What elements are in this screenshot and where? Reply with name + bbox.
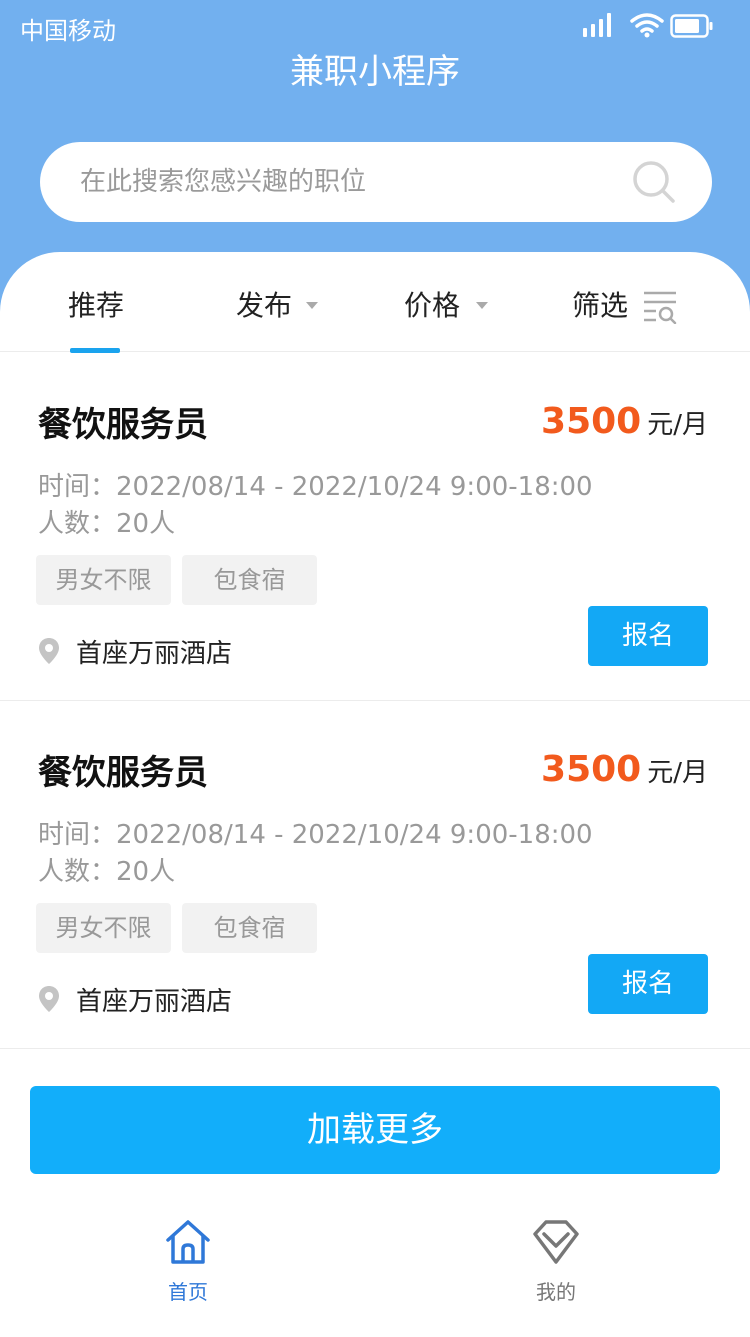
content-panel: 推荐 发布 价格 筛选 餐饮服务员 3500 元/月 时间：2022/08/14 … <box>0 252 750 1337</box>
job-title: 餐饮服务员 <box>38 405 208 445</box>
tab-bar: 推荐 发布 价格 筛选 <box>0 252 750 353</box>
diamond-icon <box>533 1220 579 1264</box>
search-icon[interactable] <box>632 160 676 204</box>
tab-filter[interactable]: 筛选 <box>572 252 628 352</box>
job-card[interactable]: 餐饮服务员 3500 元/月 时间：2022/08/14 - 2022/10/24… <box>0 701 750 1049</box>
search-box[interactable] <box>40 142 712 222</box>
caret-down-icon <box>306 302 318 309</box>
job-location: 首座万丽酒店 <box>76 987 233 1017</box>
nav-item-mine[interactable]: 我的 <box>476 1200 636 1337</box>
filter-icon[interactable] <box>642 290 678 324</box>
home-icon <box>166 1220 210 1264</box>
salary-amount: 3500 <box>541 749 642 790</box>
apply-button[interactable]: 报名 <box>588 606 708 666</box>
nav-label-home: 首页 <box>168 1280 208 1304</box>
salary-unit: 元/月 <box>647 410 708 440</box>
job-salary: 3500 元/月 <box>541 401 708 451</box>
job-location: 首座万丽酒店 <box>76 639 233 669</box>
load-more-button[interactable]: 加载更多 <box>30 1086 720 1174</box>
tag-gender: 男女不限 <box>36 555 171 605</box>
tag-gender: 男女不限 <box>36 903 171 953</box>
tag-accommodation: 包食宿 <box>182 903 317 953</box>
job-people: 人数：20人 <box>38 509 176 539</box>
tab-recommend[interactable]: 推荐 <box>68 252 124 352</box>
apply-button[interactable]: 报名 <box>588 954 708 1014</box>
location-pin-icon <box>39 638 59 664</box>
salary-amount: 3500 <box>541 401 642 442</box>
battery-icon <box>670 14 713 38</box>
tag-accommodation: 包食宿 <box>182 555 317 605</box>
job-card[interactable]: 餐饮服务员 3500 元/月 时间：2022/08/14 - 2022/10/24… <box>0 353 750 701</box>
job-time: 时间：2022/08/14 - 2022/10/24 9:00-18:00 <box>38 820 593 850</box>
job-salary: 3500 元/月 <box>541 749 708 799</box>
app-title: 兼职小程序 <box>290 52 460 92</box>
carrier-label: 中国移动 <box>20 17 116 45</box>
location-pin-icon <box>39 986 59 1012</box>
job-title: 餐饮服务员 <box>38 753 208 793</box>
salary-unit: 元/月 <box>647 758 708 788</box>
nav-label-mine: 我的 <box>536 1280 576 1304</box>
tab-publish[interactable]: 发布 <box>236 252 292 352</box>
nav-item-home[interactable]: 首页 <box>108 1200 268 1337</box>
tab-price[interactable]: 价格 <box>404 252 460 352</box>
signal-icon <box>583 13 611 37</box>
caret-down-icon <box>476 302 488 309</box>
job-time: 时间：2022/08/14 - 2022/10/24 9:00-18:00 <box>38 472 593 502</box>
job-people: 人数：20人 <box>38 857 176 887</box>
search-input[interactable] <box>80 142 620 222</box>
bottom-nav: 首页 我的 <box>0 1200 750 1337</box>
wifi-icon <box>630 13 664 38</box>
